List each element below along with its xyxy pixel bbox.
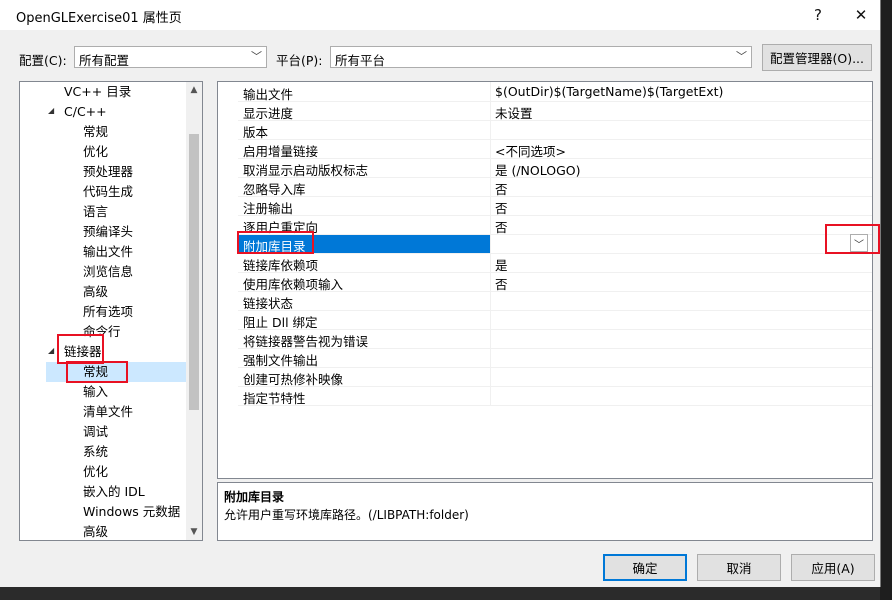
tree-item[interactable]: 优化 [83,462,108,482]
property-pages-dialog: OpenGLExercise01 属性页 ? ✕ 配置(C): 所有配置 ﹀ 平… [0,0,881,587]
tree-scrollbar[interactable]: ▲ ▼ [186,82,202,540]
tree-item[interactable]: 常规 [83,122,108,142]
property-row[interactable]: 附加库目录 [238,234,872,254]
property-row[interactable]: 注册输出否 [238,196,872,216]
column-divider [490,101,491,120]
property-row[interactable]: 强制文件输出 [238,348,872,368]
property-row[interactable]: 链接库依赖项是 [238,253,872,273]
platform-label: 平台(P): [276,53,323,68]
triangle-down-icon[interactable]: ◢ [48,346,54,355]
tree-item[interactable]: Windows 元数据 [83,502,180,522]
config-manager-button[interactable]: 配置管理器(O)... [762,44,872,71]
column-divider [490,272,491,291]
description-text: 允许用户重写环境库路径。(/LIBPATH:folder) [224,508,469,522]
property-row[interactable]: 忽略导入库否 [238,177,872,197]
annotation-box-lib-dirs [237,231,314,254]
column-divider [490,120,491,139]
chevron-down-icon: ﹀ [736,50,747,63]
column-divider [490,291,491,310]
ok-button[interactable]: 确定 [603,554,687,581]
title-bar: OpenGLExercise01 属性页 ? ✕ [0,0,880,30]
property-row[interactable]: 将链接器警告视为错误 [238,329,872,349]
property-name: 指定节特性 [243,391,306,406]
description-title: 附加库目录 [224,490,285,504]
tree-item[interactable]: 所有选项 [83,302,133,322]
tree-item[interactable]: 系统 [83,442,108,462]
close-button[interactable]: ✕ [838,0,884,30]
scroll-thumb[interactable] [189,134,199,410]
property-row[interactable]: 版本 [238,120,872,140]
property-row[interactable]: 输出文件 $(OutDir)$(TargetName)$(TargetExt) [238,82,872,102]
chevron-down-icon: ﹀ [251,50,262,63]
property-row[interactable]: 显示进度 未设置 [238,101,872,121]
config-label: 配置(C): [19,53,67,68]
category-tree: VC++ 目录 ◢ C/C++ 常规 优化 预处理器 代码生成 语言 预编译头 输出文件 浏览信息高… [19,81,203,541]
tree-item[interactable]: 代码生成 [83,182,133,202]
tree-item[interactable]: 清单文件 [83,402,133,422]
column-divider [490,348,491,367]
description-panel: 附加库目录 允许用户重写环境库路径。(/LIBPATH:folder) [217,482,873,541]
column-divider [490,215,491,234]
column-divider [490,177,491,196]
tree-item[interactable]: VC++ 目录 [64,82,131,102]
tree-item[interactable]: 输入 [83,382,108,402]
column-divider [490,234,491,253]
property-row[interactable]: 使用库依赖项输入否 [238,272,872,292]
property-grid: 输出文件 $(OutDir)$(TargetName)$(TargetExt) 显示… [217,81,873,479]
background-editor-strip [880,0,892,600]
column-divider [490,158,491,177]
property-row[interactable]: 取消显示启动版权标志是 (/NOLOGO) [238,158,872,178]
apply-button[interactable]: 应用(A) [791,554,875,581]
platform-combo[interactable]: 所有平台 ﹀ [330,46,752,68]
property-row[interactable]: 逐用户重定向否 [238,215,872,235]
tree-item[interactable]: 预编译头 [83,222,133,242]
column-divider [490,310,491,329]
config-combo[interactable]: 所有配置 ﹀ [74,46,267,68]
tree-item[interactable]: 输出文件 [83,242,133,262]
property-row[interactable]: 链接状态 [238,291,872,311]
tree-item[interactable]: 优化 [83,142,108,162]
column-divider [490,253,491,272]
triangle-down-icon[interactable]: ◢ [48,106,54,115]
platform-value: 所有平台 [335,53,386,68]
config-value: 所有配置 [79,53,130,68]
tree-item[interactable]: C/C++ [64,102,107,122]
property-row[interactable]: 创建可热修补映像 [238,367,872,387]
column-divider [490,329,491,348]
tree-item[interactable]: 高级 [83,282,108,302]
column-divider [490,386,491,405]
help-button[interactable]: ? [795,0,841,30]
column-divider [490,82,491,101]
scroll-down-icon[interactable]: ▼ [186,524,202,540]
column-divider [490,367,491,386]
tree-item[interactable]: 调试 [83,422,108,442]
annotation-box-dropdown [825,224,880,254]
scroll-up-icon[interactable]: ▲ [186,82,202,98]
window-title: OpenGLExercise01 属性页 [16,11,182,26]
property-row[interactable]: 启用增量链接 <不同选项> [238,139,872,159]
tree-item[interactable]: 预处理器 [83,162,133,182]
close-icon: ✕ [854,6,868,24]
property-row[interactable]: 阻止 Dll 绑定 [238,310,872,330]
tree-item[interactable]: 高级 [83,522,108,540]
tree-item[interactable]: 浏览信息 [83,262,133,282]
annotation-box-general [66,361,128,383]
property-value[interactable]: $(OutDir)$(TargetName)$(TargetExt) [495,84,723,99]
tree-item[interactable]: 嵌入的 IDL [83,482,145,502]
cancel-button[interactable]: 取消 [697,554,781,581]
tree-item[interactable]: 语言 [83,202,108,222]
column-divider [490,196,491,215]
help-icon: ? [814,6,822,24]
column-divider [490,139,491,158]
property-row[interactable]: 指定节特性 [238,386,872,406]
annotation-box-linker [57,334,104,364]
